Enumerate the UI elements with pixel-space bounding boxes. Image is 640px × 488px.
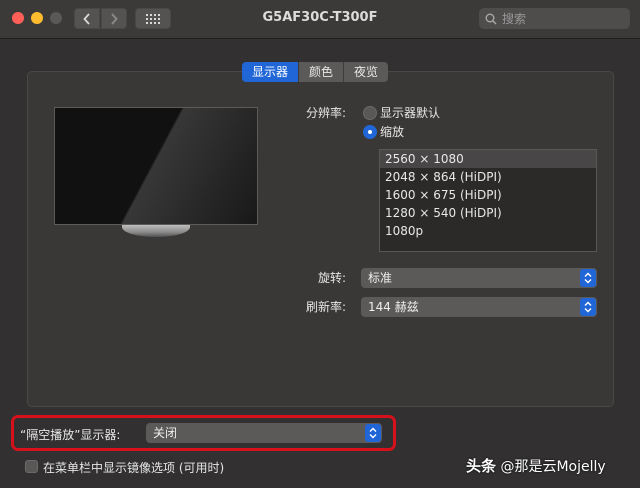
watermark: 头条 @那是云Mojelly [466, 455, 606, 476]
up-down-arrows-icon [580, 269, 596, 287]
minimize-window-button[interactable] [31, 12, 43, 24]
airplay-display-select[interactable]: 关闭 [146, 423, 382, 443]
resolution-list-item[interactable]: 1280 × 540 (HiDPI) [380, 204, 596, 222]
window-titlebar: G5AF30C-T300F [0, 0, 640, 39]
chevron-right-icon [111, 12, 118, 25]
rotation-label: 旋转: [317, 271, 346, 285]
grid-icon [146, 13, 160, 24]
up-down-arrows-icon [580, 298, 596, 316]
radio-default-label[interactable]: 显示器默认 [380, 104, 440, 121]
resolution-list-item[interactable]: 2048 × 864 (HiDPI) [380, 168, 596, 186]
display-preview-image [54, 107, 258, 225]
mirror-options-label[interactable]: 在菜单栏中显示镜像选项 (可用时) [43, 459, 224, 476]
search-icon [485, 13, 497, 25]
tab-night-shift[interactable]: 夜览 [344, 62, 389, 82]
refresh-rate-value: 144 赫兹 [368, 300, 419, 314]
mirror-options-checkbox[interactable] [25, 460, 38, 473]
resolution-list-item[interactable]: 1080p [380, 222, 596, 240]
window-title: G5AF30C-T300F [262, 10, 378, 25]
search-field[interactable] [479, 8, 630, 29]
watermark-handle: @那是云Mojelly [500, 459, 606, 475]
tab-display[interactable]: 显示器 [242, 62, 300, 82]
show-all-button[interactable] [135, 8, 171, 29]
refresh-rate-select[interactable]: 144 赫兹 [361, 297, 597, 317]
radio-scaled-label[interactable]: 缩放 [380, 123, 404, 140]
zoom-window-button[interactable] [50, 12, 62, 24]
resolution-list: 2560 × 1080 2048 × 864 (HiDPI) 1600 × 67… [379, 149, 597, 252]
tab-color[interactable]: 颜色 [299, 62, 345, 82]
refresh-rate-label: 刷新率: [305, 300, 346, 314]
segmented-tabs: 显示器 颜色 夜览 [242, 62, 389, 82]
resolution-list-item[interactable]: 1600 × 675 (HiDPI) [380, 186, 596, 204]
resolution-list-item[interactable]: 2560 × 1080 [380, 150, 596, 168]
radio-default-for-display[interactable] [363, 106, 377, 120]
airplay-display-value: 关闭 [153, 426, 178, 440]
airplay-display-label: “隔空播放”显示器: [20, 428, 121, 442]
radio-scaled[interactable] [363, 125, 377, 139]
back-button[interactable] [74, 8, 100, 29]
chevron-left-icon [83, 12, 90, 25]
rotation-select[interactable]: 标准 [361, 268, 597, 288]
close-window-button[interactable] [12, 12, 24, 24]
resolution-label: 分辨率: [305, 106, 346, 120]
rotation-value: 标准 [368, 271, 393, 285]
up-down-arrows-icon [365, 424, 381, 442]
forward-button[interactable] [101, 8, 127, 29]
watermark-brand: 头条 [466, 457, 497, 475]
search-input[interactable] [502, 11, 622, 26]
